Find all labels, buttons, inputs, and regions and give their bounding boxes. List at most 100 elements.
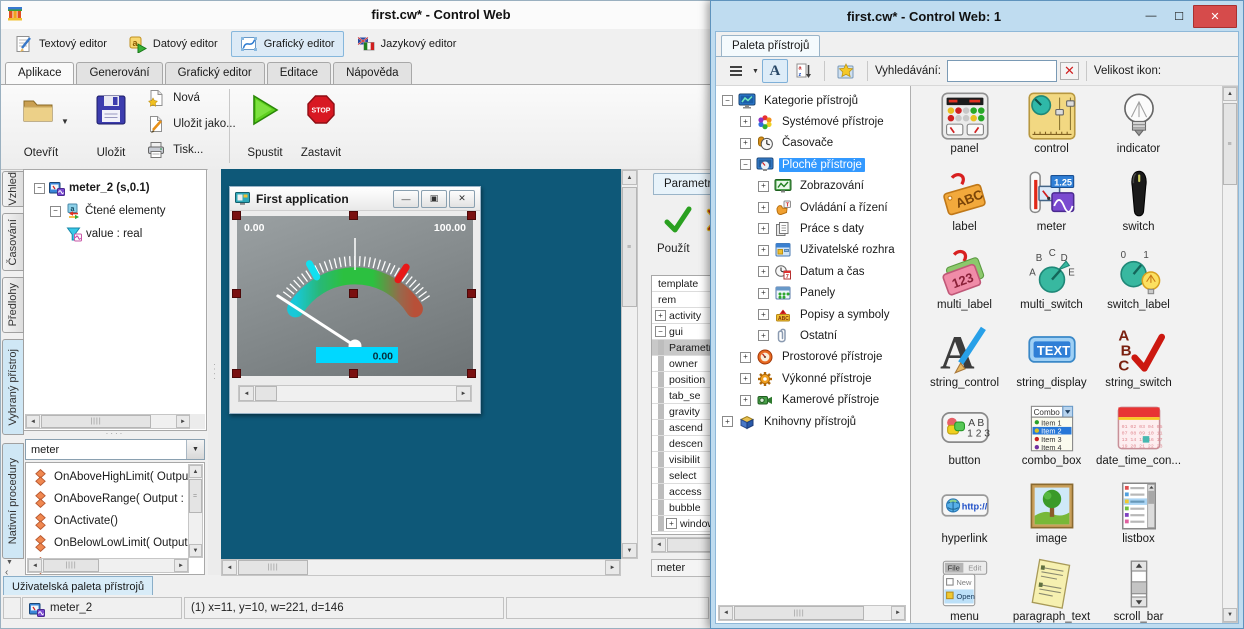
clear-search-icon[interactable]: ✕ xyxy=(1060,62,1079,80)
favorites-button[interactable] xyxy=(832,59,860,83)
category-item-u-ivatelsk-rozhra[interactable]: +Uživatelské rozhra xyxy=(758,240,898,261)
palette-item-control[interactable]: control xyxy=(1008,90,1095,168)
selection-handle[interactable] xyxy=(232,211,241,220)
side-tab-native-procedures[interactable]: Nativní procedury xyxy=(2,443,24,559)
category-item-v-konn-p-stroje[interactable]: +Výkonné přístroje xyxy=(740,368,875,389)
side-tab-vzhled[interactable]: Vzhled xyxy=(2,171,24,207)
category-item--asova-e[interactable]: +Časovače xyxy=(740,133,836,154)
procedure-list-vscrollbar[interactable]: ▲ = ▼ xyxy=(188,464,203,558)
palette-item-label[interactable]: ABClabel xyxy=(921,168,1008,246)
menu-tab-grafick-editor[interactable]: Grafický editor xyxy=(165,62,265,84)
category-item-ovl-d-n-a-zen-[interactable]: +TOvládání a řízení xyxy=(758,197,891,218)
category-tree-hscrollbar[interactable]: ◄ |||| ► xyxy=(718,605,906,621)
show-labels-button[interactable]: A xyxy=(762,59,788,83)
palette-item-button[interactable]: A B1 2 3button xyxy=(921,402,1008,480)
search-input[interactable] xyxy=(947,60,1057,82)
procedure-filter-combobox[interactable]: meter ▼ xyxy=(25,439,205,460)
editor-button-jazykov-editor[interactable]: Jazykový editor xyxy=(348,31,466,57)
canvas-vscrollbar[interactable]: ▲ ≡ ▼ xyxy=(621,169,638,559)
tree-item-meter_2[interactable]: −meter_2 (s,0.1) xyxy=(34,178,150,198)
expand-icon[interactable]: + xyxy=(740,116,751,127)
new-button[interactable]: Nová xyxy=(147,89,200,107)
close-icon[interactable]: ✕ xyxy=(1193,5,1237,28)
print-button[interactable]: Tisk... xyxy=(147,141,203,159)
palette-item-combo_box[interactable]: ComboItem 1Item 2Item 3Item 4combo_box xyxy=(1008,402,1095,480)
palette-item-paragraph_text[interactable]: paragraph_text xyxy=(1008,558,1095,623)
expand-icon[interactable]: + xyxy=(758,288,769,299)
palette-item-image[interactable]: image xyxy=(1008,480,1095,558)
palette-item-menu[interactable]: FileEditNewOpenmenu xyxy=(921,558,1008,623)
category-item-pr-ce-s-daty[interactable]: +Práce s daty xyxy=(758,218,867,239)
open-dropdown-arrow[interactable]: ▼ xyxy=(61,117,69,126)
first-application-window[interactable]: First application — ▣ ✕ xyxy=(229,186,481,414)
expand-icon[interactable]: + xyxy=(740,373,751,384)
palette-item-switch_label[interactable]: 01switch_label xyxy=(1095,246,1182,324)
tree-item-value[interactable]: value : real xyxy=(66,224,142,244)
category-item-datum-a-as[interactable]: +7Datum a čas xyxy=(758,261,868,282)
palette-item-hyperlink[interactable]: http://hyperlink xyxy=(921,480,1008,558)
save-as-button[interactable]: Uložit jako... xyxy=(147,115,236,133)
run-button[interactable]: Spustit xyxy=(239,91,291,163)
category-item-syst-mov-p-stroje[interactable]: +Systémové přístroje xyxy=(740,111,887,132)
palette-tab[interactable]: Paleta přístrojů xyxy=(721,35,820,57)
procedure-item[interactable]: OnActivate() xyxy=(34,510,118,532)
collapse-icon[interactable]: − xyxy=(740,159,751,170)
palette-item-switch[interactable]: switch xyxy=(1095,168,1182,246)
palette-vscrollbar[interactable]: ▲ ≡ ▼ xyxy=(1222,86,1238,623)
expand-icon[interactable]: + xyxy=(740,352,751,363)
palette-item-string_control[interactable]: Astring_control xyxy=(921,324,1008,402)
selection-handle[interactable] xyxy=(349,211,358,220)
selection-handle[interactable] xyxy=(232,289,241,298)
collapse-icon[interactable]: − xyxy=(34,183,45,194)
instrument-tree-hscrollbar[interactable]: ◄ |||| ► xyxy=(25,414,191,429)
category-item-kamerov-p-stroje[interactable]: +Kamerové přístroje xyxy=(740,390,882,411)
combobox-arrow-icon[interactable]: ▼ xyxy=(186,440,204,459)
expand-icon[interactable]: + xyxy=(722,416,733,427)
category-item-prostorov-p-stroje[interactable]: +Prostorové přístroje xyxy=(740,347,885,368)
menu-tab-n-pov-da[interactable]: Nápověda xyxy=(333,62,411,84)
view-mode-button[interactable] xyxy=(723,59,749,83)
expand-icon[interactable]: + xyxy=(740,395,751,406)
expand-icon[interactable]: + xyxy=(666,518,677,529)
side-tab--asov-n-[interactable]: Časování xyxy=(2,213,24,271)
tree-item-čtené[interactable]: −aČtené elementy xyxy=(50,201,166,221)
editor-button-textov-editor[interactable]: Textový editor xyxy=(6,31,116,57)
expand-icon[interactable]: + xyxy=(758,181,769,192)
expand-icon[interactable]: + xyxy=(758,266,769,277)
horizontal-splitter[interactable]: ···· xyxy=(23,431,207,439)
procedure-list-hscrollbar[interactable]: ◄ |||| ► xyxy=(27,558,189,573)
palette-item-string_switch[interactable]: ABCstring_switch xyxy=(1095,324,1182,402)
maximize-icon[interactable]: ☐ xyxy=(1165,6,1193,27)
palette-item-string_display[interactable]: TEXTstring_display xyxy=(1008,324,1095,402)
editor-button-datov-editor[interactable]: aDatový editor xyxy=(120,31,227,57)
first-application-title-bar[interactable]: First application — ▣ ✕ xyxy=(230,187,480,211)
side-tab-p-edlohy[interactable]: Předlohy xyxy=(2,277,24,333)
palette-item-listbox[interactable]: listbox xyxy=(1095,480,1182,558)
selection-handle[interactable] xyxy=(349,289,358,298)
menu-tab-generov-n-[interactable]: Generování xyxy=(76,62,162,84)
vertical-splitter[interactable]: ···· xyxy=(208,169,221,575)
selection-handle[interactable] xyxy=(349,369,358,378)
expand-icon[interactable]: + xyxy=(655,310,666,321)
sort-button[interactable]: az xyxy=(791,59,817,83)
selection-handle[interactable] xyxy=(232,369,241,378)
side-tab-scroll-down-icon[interactable]: ▼ xyxy=(6,559,13,566)
selection-handle[interactable] xyxy=(467,369,476,378)
menu-tab-editace[interactable]: Editace xyxy=(267,62,331,84)
collapse-icon[interactable]: − xyxy=(655,326,666,337)
category-item-kategorie-p-stroj-[interactable]: −Kategorie přístrojů xyxy=(722,90,861,111)
canvas-hscrollbar[interactable]: ◄ |||| ► xyxy=(221,559,621,576)
stop-button[interactable]: STOP Zastavit xyxy=(293,91,349,163)
category-item-panely[interactable]: +Panely xyxy=(758,283,838,304)
procedure-item[interactable]: OnAboveHighLimit( Outpu xyxy=(34,466,188,488)
expand-icon[interactable]: + xyxy=(758,309,769,320)
expand-icon[interactable]: + xyxy=(740,138,751,149)
view-mode-dropdown-icon[interactable]: ▼ xyxy=(752,68,759,75)
maximize-icon[interactable]: ▣ xyxy=(421,190,447,208)
expand-icon[interactable]: + xyxy=(758,202,769,213)
palette-item-multi_label[interactable]: 123multi_label xyxy=(921,246,1008,324)
close-icon[interactable]: ✕ xyxy=(449,190,475,208)
editor-button-grafick-editor[interactable]: Grafický editor xyxy=(231,31,344,57)
graphic-editor-canvas[interactable]: First application — ▣ ✕ xyxy=(221,169,621,559)
expand-icon[interactable]: + xyxy=(758,223,769,234)
